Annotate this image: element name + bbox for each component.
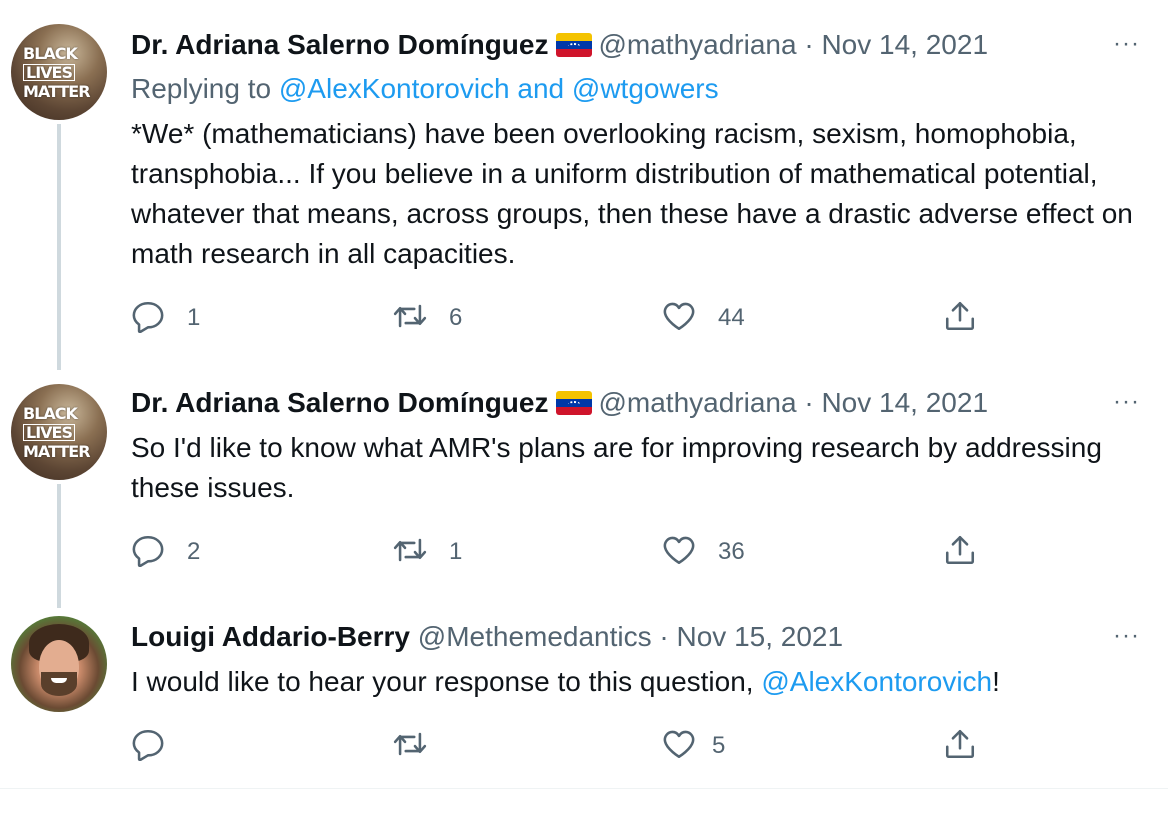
retweet-icon: [393, 727, 427, 766]
avatar[interactable]: BLACK LIVES MATTER: [11, 24, 107, 120]
like-button[interactable]: 44: [662, 298, 745, 338]
like-count: 44: [718, 304, 745, 331]
tweet-text-main: I would like to hear your response to th…: [131, 666, 762, 697]
more-icon[interactable]: ···: [1113, 622, 1140, 650]
reply-button[interactable]: 1: [131, 298, 200, 338]
more-icon[interactable]: ···: [1113, 30, 1140, 58]
author-name[interactable]: Dr. Adriana Salerno Domínguez: [131, 387, 548, 418]
retweet-button[interactable]: [393, 726, 449, 766]
author-handle[interactable]: @mathyadriana: [598, 29, 796, 60]
retweet-icon: [393, 299, 427, 338]
share-button[interactable]: [943, 726, 977, 766]
replying-links[interactable]: @AlexKontorovich and @wtgowers: [279, 73, 719, 104]
like-count: 36: [718, 538, 745, 565]
tweet-header: Dr. Adriana Salerno Domínguez @mathyadria…: [131, 28, 988, 62]
retweet-icon: [393, 533, 427, 572]
share-button[interactable]: [943, 532, 977, 572]
replying-to: Replying to @AlexKontorovich and @wtgowe…: [131, 72, 719, 106]
tweet-header: Louigi Addario-Berry @Methemedantics · N…: [131, 620, 843, 654]
like-button[interactable]: 5: [662, 726, 725, 766]
share-icon: [943, 299, 977, 338]
tweet[interactable]: Louigi Addario-Berry @Methemedantics · N…: [0, 608, 1168, 788]
share-icon: [943, 727, 977, 766]
author-handle[interactable]: @Methemedantics: [418, 621, 652, 652]
like-button[interactable]: 36: [662, 532, 745, 572]
tweet[interactable]: BLACK LIVES MATTER Dr. Adriana Salerno D…: [0, 370, 1168, 608]
tweet-actions: 1 6 44: [131, 298, 1011, 338]
reply-icon: [131, 299, 165, 338]
tweet-header: Dr. Adriana Salerno Domínguez @mathyadria…: [131, 386, 988, 420]
avatar-blm-text: BLACK LIVES MATTER: [23, 404, 91, 461]
author-handle[interactable]: @mathyadriana: [598, 387, 796, 418]
tweet-text-end: !: [992, 666, 1000, 697]
tweet-actions: 2 1 36: [131, 532, 1011, 572]
like-icon: [662, 533, 696, 572]
retweet-count: 1: [449, 538, 463, 565]
like-count: 5: [712, 732, 726, 759]
divider: [0, 788, 1168, 789]
tweet-date[interactable]: Nov 14, 2021: [821, 29, 988, 60]
separator: ·: [804, 387, 814, 418]
replying-prefix: Replying to: [131, 73, 279, 104]
reply-count: 2: [187, 538, 201, 565]
share-icon: [943, 533, 977, 572]
venezuela-flag-icon: [556, 33, 593, 57]
reply-icon: [131, 533, 165, 572]
avatar-blm-text: BLACK LIVES MATTER: [23, 44, 91, 101]
tweet-text: I would like to hear your response to th…: [131, 662, 1151, 702]
reply-icon: [131, 727, 165, 766]
like-icon: [662, 727, 696, 766]
author-name[interactable]: Louigi Addario-Berry: [131, 621, 410, 652]
retweet-button[interactable]: 1: [393, 532, 462, 572]
reply-button[interactable]: 2: [131, 532, 200, 572]
avatar[interactable]: [11, 616, 107, 712]
share-button[interactable]: [943, 298, 977, 338]
separator: ·: [659, 621, 669, 652]
venezuela-flag-icon: [556, 391, 593, 415]
more-icon[interactable]: ···: [1113, 388, 1140, 416]
retweet-count: 6: [449, 304, 463, 331]
tweet-date[interactable]: Nov 15, 2021: [677, 621, 844, 652]
mention-link[interactable]: @AlexKontorovich: [761, 666, 992, 697]
tweet-actions: 5: [131, 726, 1011, 766]
reply-count: 1: [187, 304, 201, 331]
author-name[interactable]: Dr. Adriana Salerno Domínguez: [131, 29, 548, 60]
tweet-text: So I'd like to know what AMR's plans are…: [131, 432, 1102, 503]
tweet-text: *We* (mathematicians) have been overlook…: [131, 118, 1133, 269]
tweet-date[interactable]: Nov 14, 2021: [821, 387, 988, 418]
tweet[interactable]: BLACK LIVES MATTER Dr. Adriana Salerno D…: [0, 0, 1168, 370]
retweet-button[interactable]: 6: [393, 298, 462, 338]
like-icon: [662, 299, 696, 338]
separator: ·: [804, 29, 814, 60]
avatar[interactable]: BLACK LIVES MATTER: [11, 384, 107, 480]
reply-button[interactable]: [131, 726, 187, 766]
